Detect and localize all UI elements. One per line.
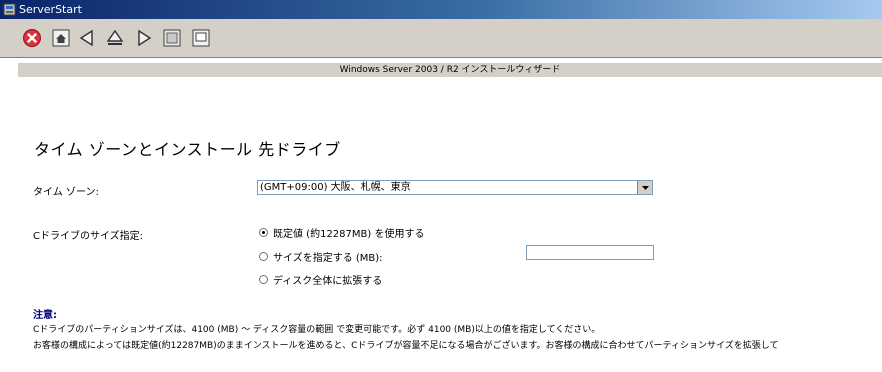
- radio-specify-size[interactable]: サイズを指定する (MB):: [259, 249, 383, 264]
- radio-specify-size-label: サイズを指定する (MB):: [273, 253, 383, 264]
- server-start-app-icon: [3, 3, 16, 16]
- radio-whole-disk-button[interactable]: [259, 275, 268, 284]
- size-input[interactable]: [526, 245, 654, 260]
- title-bar: ServerStart: [0, 0, 882, 19]
- top-button[interactable]: [104, 27, 126, 49]
- wizard-title-band: Windows Server 2003 / R2 インストールウィザード: [18, 63, 882, 77]
- window-icon: [163, 29, 181, 47]
- radio-specify-size-button[interactable]: [259, 252, 268, 261]
- window-button[interactable]: [161, 27, 183, 49]
- note-line-2: お客様の構成によっては既定値(約12287MB)のままインストールを進めると、C…: [33, 341, 779, 351]
- radio-default-size-label: 既定値 (約12287MB) を使用する: [273, 229, 425, 240]
- back-button[interactable]: [76, 27, 98, 49]
- page-heading: タイム ゾーンとインストール 先ドライブ: [34, 140, 341, 159]
- help-button[interactable]: [190, 27, 212, 49]
- radio-whole-disk-label: ディスク全体に拡張する: [273, 276, 383, 287]
- toolbar: [0, 19, 882, 58]
- triangle-right-icon: [138, 29, 152, 47]
- home-icon: [52, 29, 70, 47]
- exit-button[interactable]: [21, 27, 43, 49]
- timezone-label: タイム ゾーン:: [33, 187, 99, 198]
- home-button[interactable]: [50, 27, 72, 49]
- next-button[interactable]: [133, 27, 155, 49]
- drive-size-label: Cドライブのサイズ指定:: [33, 231, 144, 242]
- window-title: ServerStart: [19, 3, 82, 16]
- document-icon: [192, 29, 210, 47]
- note-line-1: Cドライブのパーティションサイズは、4100 (MB) ～ ディスク容量の範囲 …: [33, 325, 601, 335]
- note-title: 注意:: [33, 310, 57, 321]
- timezone-select[interactable]: (GMT+09:00) 大阪、札幌、東京: [257, 180, 653, 195]
- radio-default-size-button[interactable]: [259, 228, 268, 237]
- radio-default-size[interactable]: 既定値 (約12287MB) を使用する: [259, 225, 424, 240]
- radio-whole-disk[interactable]: ディスク全体に拡張する: [259, 272, 382, 287]
- triangle-left-icon: [79, 29, 93, 47]
- eject-icon: [106, 29, 124, 45]
- timezone-selected-value: (GMT+09:00) 大阪、札幌、東京: [260, 182, 411, 193]
- close-circle-icon: [23, 29, 41, 47]
- dropdown-arrow-icon[interactable]: [637, 181, 652, 194]
